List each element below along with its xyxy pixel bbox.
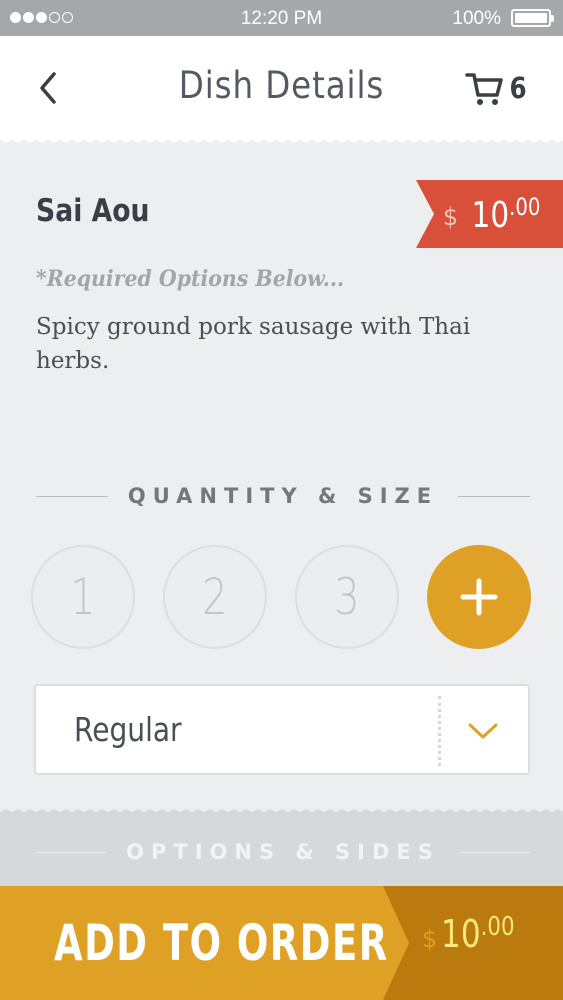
cart-count: 6 bbox=[509, 71, 527, 105]
cart-icon bbox=[465, 73, 503, 105]
quantity-size-heading: QUANTITY & SIZE bbox=[36, 484, 531, 508]
options-sides-heading: OPTIONS & SIDES bbox=[36, 840, 530, 864]
quantity-selector: 1 2 3 bbox=[31, 545, 531, 651]
plus-icon bbox=[460, 578, 498, 616]
header: Dish Details 6 bbox=[0, 36, 563, 146]
order-price: $10.00 bbox=[422, 912, 515, 956]
battery-icon bbox=[511, 9, 554, 27]
size-select[interactable]: Regular bbox=[34, 684, 530, 775]
add-to-order-button[interactable]: ADD TO ORDER $10.00 bbox=[0, 886, 563, 1000]
required-options-note: *Required Options Below... bbox=[36, 266, 345, 292]
price-currency: $ bbox=[442, 203, 459, 231]
size-selected-value: Regular bbox=[74, 710, 182, 749]
add-to-order-label: ADD TO ORDER bbox=[54, 914, 389, 972]
price-tag: $ 10.00 bbox=[416, 180, 563, 248]
quantity-option-3[interactable]: 3 bbox=[295, 545, 399, 649]
chevron-down-icon bbox=[468, 723, 498, 739]
options-sides-section[interactable]: OPTIONS & SIDES bbox=[0, 806, 563, 892]
options-sides-label: OPTIONS & SIDES bbox=[126, 840, 440, 864]
status-bar: 12:20 PM 100% bbox=[0, 0, 563, 36]
quantity-add-button[interactable] bbox=[427, 545, 531, 649]
dish-name: Sai Aou bbox=[36, 193, 150, 229]
quantity-size-label: QUANTITY & SIZE bbox=[127, 484, 439, 508]
cart-button[interactable]: 6 bbox=[464, 66, 528, 110]
quantity-option-2[interactable]: 2 bbox=[163, 545, 267, 649]
dish-description: Spicy ground pork sausage with Thai herb… bbox=[36, 314, 471, 374]
battery-percent: 100% bbox=[452, 8, 501, 29]
price-amount: 10.00 bbox=[471, 192, 541, 236]
select-divider bbox=[438, 696, 441, 766]
quantity-option-1[interactable]: 1 bbox=[31, 545, 135, 649]
page-title: Dish Details bbox=[178, 64, 385, 107]
